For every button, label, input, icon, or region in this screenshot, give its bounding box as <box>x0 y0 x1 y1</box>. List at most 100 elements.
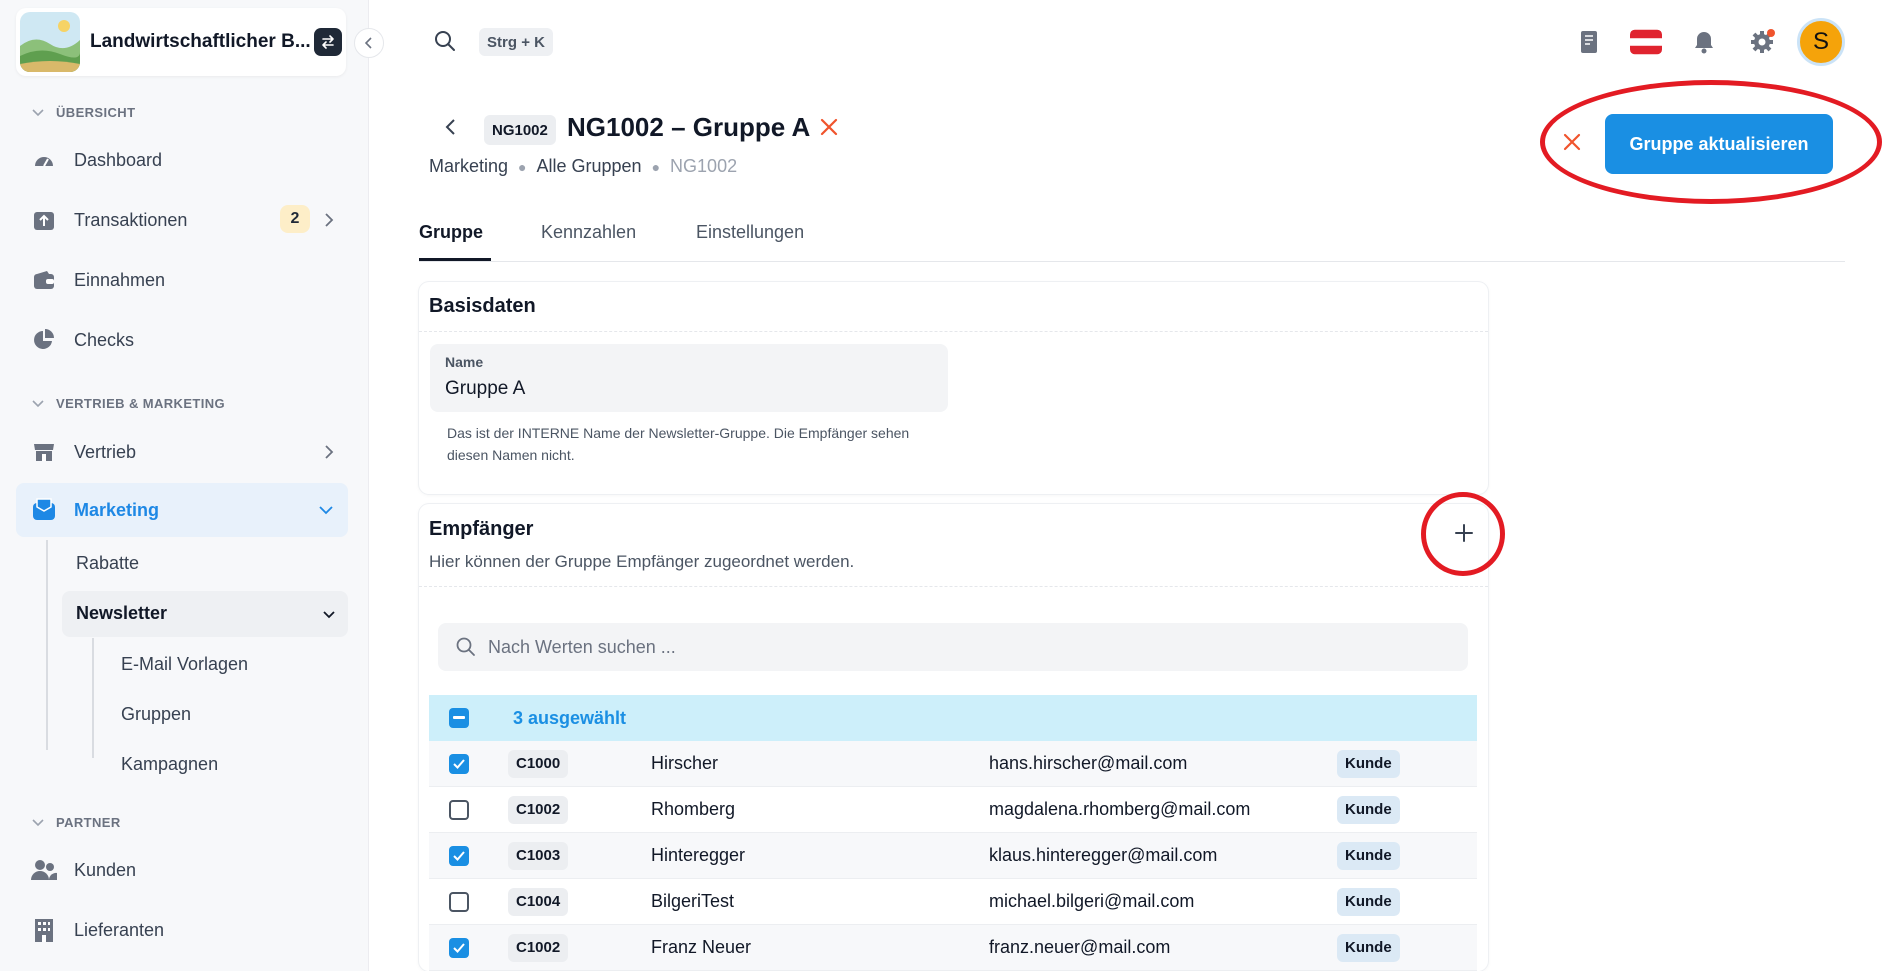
recipient-type-badge: Kunde <box>1337 933 1400 962</box>
annotation-ellipse <box>1540 80 1882 204</box>
breadcrumb: Marketing ● Alle Gruppen ● NG1002 <box>429 156 737 177</box>
name-helper-text: Das ist der INTERNE Name der Newsletter-… <box>447 425 910 463</box>
sidebar-item-label: Einnahmen <box>74 269 166 290</box>
chevron-down-icon <box>32 818 44 826</box>
tab-kennzahlen[interactable]: Kennzahlen <box>541 222 636 243</box>
austria-flag-icon <box>1630 29 1662 55</box>
sidebar-item-income[interactable]: Einnahmen <box>16 253 348 307</box>
sidebar-item-label: Checks <box>74 329 135 350</box>
chevron-down-icon <box>323 611 335 619</box>
recipient-name: Hinteregger <box>651 845 746 865</box>
recipient-email: franz.neuer@mail.com <box>989 937 1171 957</box>
empfaenger-description: Hier können der Gruppe Empfänger zugeord… <box>429 552 855 571</box>
bell-icon <box>1695 32 1713 54</box>
table-row[interactable]: C1000 Hirscher hans.hirscher@mail.com Kunde <box>429 741 1477 787</box>
row-checkbox[interactable] <box>449 845 469 866</box>
name-field-label: Name <box>445 354 484 370</box>
breadcrumb-all-groups[interactable]: Alle Gruppen <box>537 156 642 177</box>
global-search-button[interactable] <box>434 30 456 57</box>
chevron-down-icon <box>32 108 44 116</box>
sidebar-item-checks[interactable]: Checks <box>16 313 348 367</box>
recipient-email: michael.bilgeri@mail.com <box>989 891 1195 911</box>
recipient-type-badge: Kunde <box>1337 841 1400 870</box>
recipient-search-input[interactable] <box>488 636 1388 658</box>
brand-logo <box>20 12 80 72</box>
breadcrumb-separator: ● <box>651 158 661 175</box>
table-row[interactable]: C1002 Franz Neuer franz.neuer@mail.com Kund… <box>429 925 1477 971</box>
recipient-type-badge: Kunde <box>1337 795 1400 824</box>
check-icon <box>453 758 465 769</box>
name-field[interactable]: Name Gruppe A <box>430 344 948 412</box>
sidebar-item-transactions[interactable]: Transaktionen 2 <box>16 193 348 247</box>
tab-gruppe[interactable]: Gruppe <box>419 222 483 243</box>
language-button[interactable] <box>1630 26 1662 58</box>
notifications-button[interactable] <box>1688 26 1720 58</box>
transactions-count-badge: 2 <box>280 205 310 233</box>
sidebar-item-suppliers[interactable]: Lieferanten <box>16 903 348 957</box>
gauge-icon <box>30 146 58 174</box>
recipient-search[interactable] <box>438 623 1468 671</box>
chevron-down-icon <box>319 506 333 515</box>
pie-chart-icon <box>30 326 58 354</box>
row-checkbox[interactable] <box>449 753 469 774</box>
recipient-code: C1002 <box>508 933 569 962</box>
book-icon <box>1581 31 1597 53</box>
discard-button[interactable] <box>819 117 839 142</box>
search-shortcut-hint: Strg + K <box>479 28 553 56</box>
brand-card[interactable]: Landwirtschaftlicher B... <box>16 8 346 76</box>
check-icon <box>453 942 465 953</box>
sidebar-item-label: Transaktionen <box>74 209 188 230</box>
sidebar-item-marketing[interactable]: Marketing <box>16 483 348 537</box>
table-row[interactable]: C1002 Rhomberg magdalena.rhomberg@mail.com… <box>429 787 1477 833</box>
sidebar-item-sales[interactable]: Vertrieb <box>16 425 348 479</box>
minus-icon <box>453 716 465 719</box>
selected-count: 3 ausgewählt <box>513 707 627 728</box>
recipient-email: magdalena.rhomberg@mail.com <box>989 799 1251 819</box>
row-checkbox[interactable] <box>449 891 469 912</box>
basisdaten-card: Basisdaten Name Gruppe A Das ist der INT… <box>419 282 1488 494</box>
sidebar-item-label: Vertrieb <box>74 441 137 462</box>
breadcrumb-marketing[interactable]: Marketing <box>429 156 508 177</box>
search-icon <box>435 31 455 51</box>
recipient-name: Rhomberg <box>651 799 736 819</box>
recipients-table: 3 ausgewählt C1000 Hirscher hans.hirscher@… <box>429 695 1477 971</box>
sidebar-item-customers[interactable]: Kunden <box>16 843 348 897</box>
row-checkbox[interactable] <box>449 937 469 958</box>
building-icon <box>30 916 58 944</box>
tab-einstellungen[interactable]: Einstellungen <box>696 222 804 243</box>
sidebar-item-label: Kunden <box>74 859 137 880</box>
active-tab-indicator <box>419 258 491 261</box>
sidebar-subitem-email-templates[interactable]: E-Mail Vorlagen <box>121 654 248 675</box>
settings-button[interactable] <box>1746 26 1778 58</box>
breadcrumb-separator: ● <box>518 158 527 175</box>
close-icon <box>820 118 838 136</box>
sidebar-subitem-campaigns[interactable]: Kampagnen <box>121 754 218 775</box>
recipient-code: C1004 <box>508 887 569 916</box>
sidebar-item-label: Dashboard <box>74 149 163 170</box>
transactions-icon <box>30 206 58 234</box>
sidebar-subitem-discounts[interactable]: Rabatte <box>76 553 139 574</box>
switch-company-button[interactable] <box>314 28 342 56</box>
row-checkbox[interactable] <box>449 799 469 820</box>
table-row[interactable]: C1004 BilgeriTest michael.bilgeri@mail.com… <box>429 879 1477 925</box>
group-code-badge: NG1002 <box>484 115 556 145</box>
user-avatar[interactable]: S <box>1797 18 1845 66</box>
divider <box>419 586 1488 587</box>
breadcrumb-current: NG1002 <box>670 156 738 176</box>
basisdaten-title: Basisdaten <box>419 282 1488 332</box>
section-overview[interactable]: ÜBERSICHT <box>32 105 135 120</box>
recipient-name: Hirscher <box>651 753 719 773</box>
sidebar: Landwirtschaftlicher B... ÜBERSICHT Dash… <box>0 0 369 971</box>
chevron-down-icon <box>32 399 44 407</box>
section-partner[interactable]: PARTNER <box>32 815 121 830</box>
back-button[interactable] <box>440 116 462 143</box>
collapse-sidebar-button[interactable] <box>354 28 384 58</box>
table-row[interactable]: C1003 Hinteregger klaus.hinteregger@mail.c… <box>429 833 1477 879</box>
docs-button[interactable] <box>1573 26 1605 58</box>
sidebar-subitem-groups[interactable]: Gruppen <box>121 704 191 725</box>
section-sales-marketing[interactable]: VERTRIEB & MARKETING <box>32 396 225 411</box>
recipient-email: hans.hirscher@mail.com <box>989 753 1188 773</box>
sidebar-item-dashboard[interactable]: Dashboard <box>16 133 348 187</box>
name-field-value[interactable]: Gruppe A <box>445 378 525 400</box>
select-all-checkbox[interactable] <box>449 708 469 728</box>
